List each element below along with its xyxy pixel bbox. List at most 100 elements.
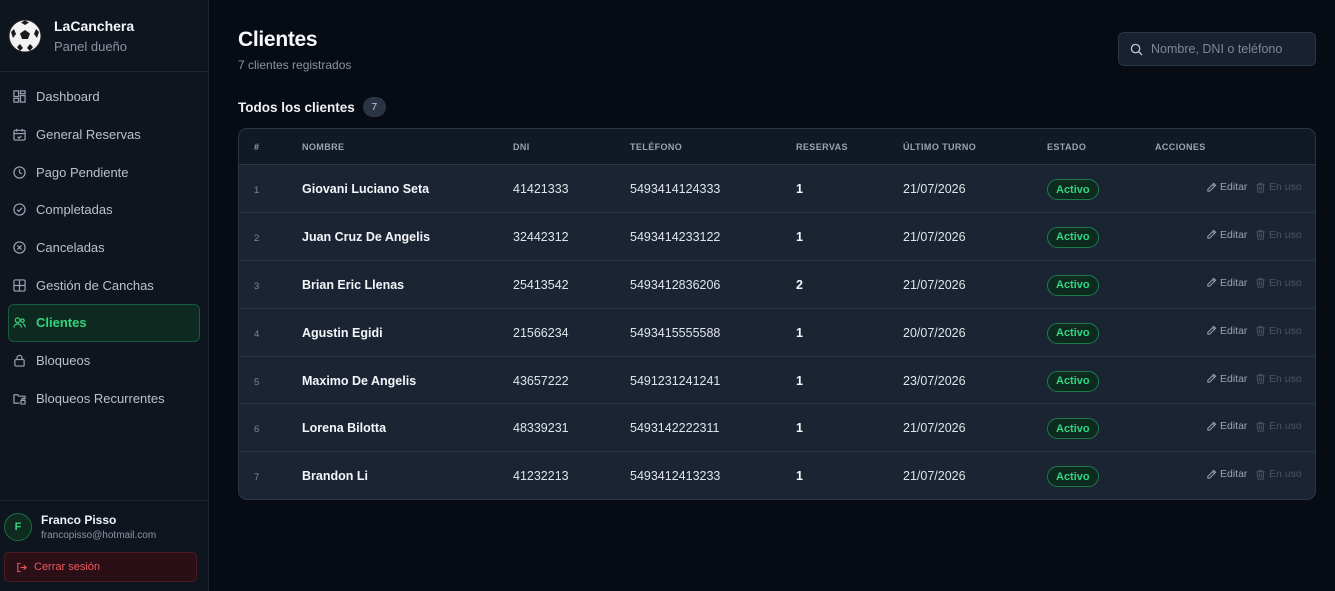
client-reservas: 1 <box>796 469 803 484</box>
delete-button: En uso <box>1255 229 1302 241</box>
user-email: francopisso@hotmail.com <box>41 530 157 541</box>
sidebar-item-general-reservas[interactable]: General Reservas <box>8 116 200 154</box>
edit-button[interactable]: Editar <box>1206 325 1247 337</box>
client-name: Agustin Egidi <box>302 325 383 340</box>
trash-icon <box>1255 277 1266 288</box>
sidebar-item-label: Canceladas <box>36 240 105 256</box>
column-header-dni[interactable]: DNI <box>513 142 530 152</box>
sidebar-item-bloqueos-recurrentes[interactable]: Bloqueos Recurrentes <box>8 380 200 418</box>
client-dni: 41232213 <box>513 469 569 484</box>
table-row[interactable]: 4 Agustin Egidi 21566234 5493415555588 1… <box>239 309 1315 357</box>
sidebar-item-label: Clientes <box>36 315 87 331</box>
edit-label: Editar <box>1220 468 1248 481</box>
client-reservas: 1 <box>796 373 803 388</box>
check-circle-icon <box>12 203 26 217</box>
column-header-reservas[interactable]: RESERVAS <box>796 142 848 152</box>
search-box[interactable] <box>1118 32 1316 66</box>
brand-name: LaCanchera <box>54 17 135 34</box>
client-name: Lorena Bilotta <box>302 421 387 436</box>
logout-icon <box>16 562 27 573</box>
edit-label: Editar <box>1220 228 1248 241</box>
table-row[interactable]: 3 Brian Eric Llenas 25413542 54934128362… <box>239 261 1315 309</box>
status-badge: Activo <box>1047 274 1099 296</box>
x-circle-icon <box>12 241 26 255</box>
table-row[interactable]: 1 Giovani Luciano Seta 41421333 54934141… <box>239 165 1315 213</box>
pencil-icon <box>1206 182 1217 193</box>
sidebar-item-label: Bloqueos Recurrentes <box>36 390 165 406</box>
status-badge: Activo <box>1047 466 1099 488</box>
trash-icon <box>1255 421 1266 432</box>
avatar[interactable]: F <box>4 513 32 541</box>
sidebar-item-label: Bloqueos <box>36 353 91 369</box>
sidebar-nav: Dashboard General Reservas Pago Pendient… <box>0 72 208 423</box>
brand[interactable]: LaCanchera Panel dueño <box>0 0 208 72</box>
sidebar-item-pago-pendiente[interactable]: Pago Pendiente <box>8 153 200 191</box>
column-header-ultimo-turno[interactable]: ÚLTIMO TURNO <box>903 142 976 152</box>
client-phone: 5493414233122 <box>630 229 721 244</box>
client-reservas: 1 <box>796 421 803 436</box>
section-title-text: Todos los clientes <box>238 99 355 115</box>
status-badge: Activo <box>1047 418 1099 440</box>
column-header-estado[interactable]: ESTADO <box>1047 142 1086 152</box>
client-ultimo-turno: 23/07/2026 <box>903 373 966 388</box>
edit-button[interactable]: Editar <box>1206 373 1247 385</box>
client-dni: 25413542 <box>513 277 569 292</box>
client-name: Brandon Li <box>302 469 368 484</box>
client-name: Maximo De Angelis <box>302 373 417 388</box>
delete-button: En uso <box>1255 468 1302 480</box>
client-reservas: 1 <box>796 325 803 340</box>
client-phone: 5493412836206 <box>630 277 721 292</box>
client-ultimo-turno: 21/07/2026 <box>903 421 966 436</box>
table-row[interactable]: 2 Juan Cruz De Angelis 32442312 54934142… <box>239 213 1315 261</box>
sidebar-item-clientes[interactable]: Clientes <box>8 304 200 342</box>
pencil-icon <box>1206 229 1217 240</box>
trash-icon <box>1255 229 1266 240</box>
column-header-telefono[interactable]: TELÉFONO <box>630 142 682 152</box>
delete-label: En uso <box>1269 276 1302 289</box>
delete-label: En uso <box>1269 468 1302 481</box>
edit-label: Editar <box>1220 372 1248 385</box>
table-row[interactable]: 5 Maximo De Angelis 43657222 54912312412… <box>239 357 1315 405</box>
edit-button[interactable]: Editar <box>1206 229 1247 241</box>
sidebar-item-canceladas[interactable]: Canceladas <box>8 229 200 267</box>
sidebar-item-gestion-canchas[interactable]: Gestión de Canchas <box>8 266 200 304</box>
row-index: 5 <box>254 376 260 388</box>
pencil-icon <box>1206 421 1217 432</box>
status-badge: Activo <box>1047 370 1099 392</box>
sidebar-item-bloqueos[interactable]: Bloqueos <box>8 342 200 380</box>
row-index: 7 <box>254 472 260 484</box>
delete-button: En uso <box>1255 277 1302 289</box>
client-phone: 5493415555588 <box>630 325 721 340</box>
client-reservas: 1 <box>796 229 803 244</box>
sidebar-item-label: Gestión de Canchas <box>36 277 154 293</box>
column-header-index: # <box>254 142 260 152</box>
edit-button[interactable]: Editar <box>1206 181 1247 193</box>
edit-button[interactable]: Editar <box>1206 420 1247 432</box>
client-name: Giovani Luciano Seta <box>302 182 430 196</box>
table-row[interactable]: 6 Lorena Bilotta 48339231 5493142222311 … <box>239 404 1315 453</box>
search-input[interactable] <box>1151 42 1311 56</box>
table-row[interactable]: 7 Brandon Li 41232213 5493412413233 1 21… <box>239 452 1315 499</box>
client-reservas: 2 <box>796 277 803 292</box>
brand-subtitle: Panel dueño <box>54 38 128 54</box>
edit-button[interactable]: Editar <box>1206 468 1247 480</box>
clock-icon <box>12 165 26 179</box>
grid-icon <box>12 278 26 292</box>
sidebar-item-dashboard[interactable]: Dashboard <box>8 78 200 116</box>
edit-button[interactable]: Editar <box>1206 277 1247 289</box>
sidebar-item-label: Dashboard <box>36 89 100 105</box>
sidebar-item-completadas[interactable]: Completadas <box>8 191 200 229</box>
client-name: Juan Cruz De Angelis <box>302 229 431 244</box>
trash-icon <box>1255 325 1266 336</box>
client-ultimo-turno: 21/07/2026 <box>903 277 966 292</box>
user-name: Franco Pisso <box>41 513 117 527</box>
sidebar-item-label: Pago Pendiente <box>36 164 129 180</box>
column-header-nombre[interactable]: NOMBRE <box>302 142 344 152</box>
folder-lock-icon <box>12 391 26 405</box>
logout-button[interactable]: Cerrar sesión <box>4 552 197 582</box>
delete-button: En uso <box>1255 420 1302 432</box>
row-index: 1 <box>254 185 260 196</box>
client-reservas: 1 <box>796 182 803 196</box>
delete-label: En uso <box>1269 181 1302 193</box>
status-badge: Activo <box>1047 322 1099 344</box>
